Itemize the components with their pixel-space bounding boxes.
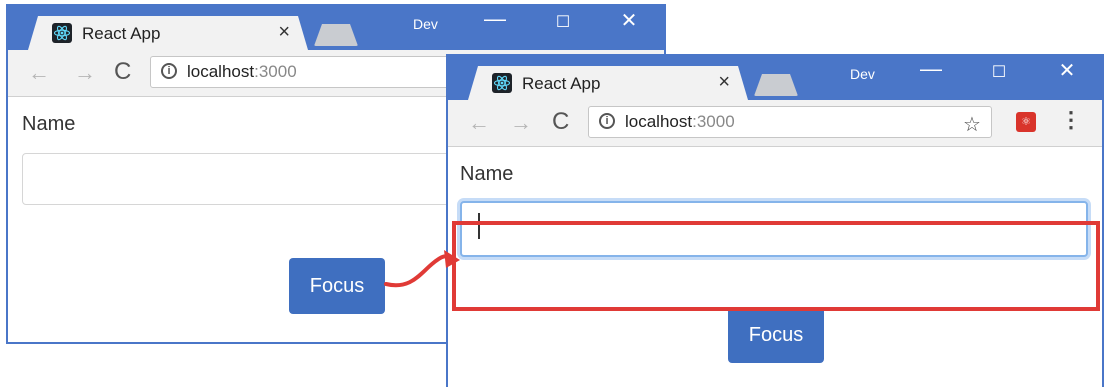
url-host: localhost (187, 62, 255, 81)
name-label: Name (22, 113, 76, 135)
react-logo-icon (52, 23, 72, 43)
page-content: Name Focus (448, 147, 1102, 387)
focus-button[interactable]: Focus (728, 307, 824, 363)
tab-title: React App (82, 24, 161, 43)
new-tab-button[interactable] (314, 24, 358, 46)
name-input-wrapper (460, 201, 1088, 257)
browser-menu-icon[interactable]: ⋮ (1060, 107, 1082, 133)
maximize-icon[interactable]: ☐ (548, 12, 578, 32)
reload-icon[interactable]: C (114, 58, 131, 86)
tab-react-app[interactable]: React App × (468, 66, 748, 100)
bookmark-star-icon[interactable]: ☆ (963, 112, 981, 137)
info-icon[interactable]: i (599, 113, 615, 129)
reload-icon[interactable]: C (552, 108, 569, 136)
react-logo-icon (492, 73, 512, 93)
text-caret (478, 213, 480, 239)
browser-window-after: React App × Dev — ☐ ✕ ← → C i localhost:… (446, 54, 1104, 387)
profile-label[interactable]: Dev (413, 16, 438, 32)
name-label: Name (460, 163, 514, 185)
focus-button[interactable]: Focus (289, 258, 385, 314)
title-bar: React App × Dev — ☐ ✕ (448, 56, 1102, 100)
tab-react-app[interactable]: React App × (28, 16, 308, 50)
close-window-icon[interactable]: ✕ (614, 8, 644, 33)
tab-close-icon[interactable]: × (718, 71, 730, 94)
tab-title: React App (522, 74, 601, 93)
maximize-icon[interactable]: ☐ (984, 62, 1014, 82)
back-arrow-icon[interactable]: ← (28, 60, 50, 86)
url-text: localhost:3000 (187, 62, 297, 82)
info-icon[interactable]: i (161, 63, 177, 79)
url-text: localhost:3000 (625, 112, 735, 132)
react-devtools-extension-icon[interactable]: ⚛ (1016, 112, 1036, 132)
name-input-focused[interactable] (460, 201, 1088, 257)
new-tab-button[interactable] (754, 74, 798, 96)
url-port: :3000 (692, 112, 735, 131)
url-port: :3000 (254, 62, 297, 81)
title-bar: React App × Dev — ☐ ✕ (8, 6, 664, 50)
profile-label[interactable]: Dev (850, 66, 875, 82)
address-bar[interactable]: i localhost:3000 ☆ (588, 106, 992, 138)
minimize-icon[interactable]: — (480, 6, 510, 32)
transition-arrow-icon (384, 250, 460, 288)
browser-toolbar: ← → C i localhost:3000 ☆ ⚛ ⋮ (448, 100, 1102, 147)
minimize-icon[interactable]: — (916, 56, 946, 82)
tab-close-icon[interactable]: × (278, 21, 290, 44)
forward-arrow-icon[interactable]: → (510, 110, 532, 136)
forward-arrow-icon[interactable]: → (74, 60, 96, 86)
url-host: localhost (625, 112, 693, 131)
back-arrow-icon[interactable]: ← (468, 110, 490, 136)
close-window-icon[interactable]: ✕ (1052, 58, 1082, 83)
